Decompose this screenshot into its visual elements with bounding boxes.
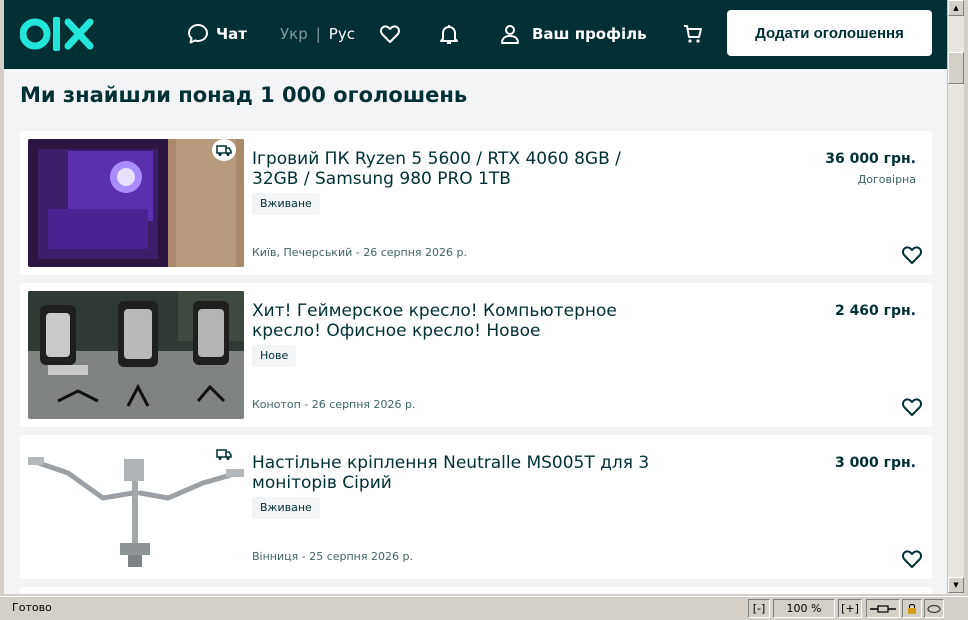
condition-badge: Нове: [252, 345, 297, 367]
vertical-scrollbar[interactable]: ▲ ▼: [947, 0, 964, 594]
condition-badge: Вживане: [252, 497, 320, 519]
listing-card[interactable]: Ігровий ПК Ryzen 5 5600 / RTX 4060 8GB /…: [20, 131, 932, 275]
zoom-in-button[interactable]: [+]: [838, 599, 862, 618]
zoom-out-button[interactable]: [-]: [748, 599, 770, 618]
profile-link[interactable]: Ваш профіль: [498, 22, 647, 46]
site-header: Чат Укр | Рус Ваш профіль Додати оголоше…: [4, 0, 947, 69]
listing-image-gaming-chairs[interactable]: [28, 291, 244, 419]
status-bar: Готово [-] 100 % [+]: [0, 596, 968, 620]
notifications-button[interactable]: [437, 22, 461, 46]
favorite-heart-icon[interactable]: [900, 395, 924, 419]
favorites-button[interactable]: [378, 22, 402, 46]
listing-location-date: Конотоп - 26 серпня 2026 р.: [252, 398, 416, 411]
heart-icon: [380, 25, 400, 43]
listing-location-date: Вінниця - 25 серпня 2026 р.: [252, 550, 413, 563]
listing-title[interactable]: Хит! Геймерское кресло! Компьютерное кре…: [252, 301, 672, 341]
profile-label: Ваш профіль: [532, 25, 647, 43]
listing-image-gaming-pc[interactable]: [28, 139, 244, 267]
scroll-down-button[interactable]: ▼: [948, 577, 964, 593]
listing-image-monitor-mount[interactable]: [28, 443, 244, 571]
language-switcher: Укр | Рус: [280, 22, 355, 46]
listing-price: 36 000 грн.: [825, 151, 916, 167]
delivery-badge: [212, 139, 236, 161]
lang-separator: |: [315, 25, 321, 43]
lock-icon: [902, 599, 922, 618]
lang-ru[interactable]: Рус: [329, 25, 355, 43]
chat-label: Чат: [216, 25, 247, 43]
listing-price: 2 460 грн.: [834, 303, 916, 319]
listing-title[interactable]: Настільне кріплення Neutralle MS005T для…: [252, 453, 672, 493]
scroll-thumb[interactable]: [948, 52, 964, 84]
cart-button[interactable]: [681, 22, 705, 46]
scroll-up-button[interactable]: ▲: [948, 0, 964, 16]
listing-card[interactable]: [20, 587, 932, 594]
bell-icon: [440, 25, 458, 44]
delivery-badge: [212, 443, 236, 465]
listing-title[interactable]: Ігровий ПК Ryzen 5 5600 / RTX 4060 8GB /…: [252, 149, 672, 189]
status-text: Готово: [12, 601, 52, 614]
chat-icon: [188, 24, 208, 44]
listing-location-date: Київ, Печерський - 26 серпня 2026 р.: [252, 246, 467, 259]
delivery-truck-icon: [216, 145, 232, 156]
cart-icon: [684, 25, 702, 43]
zoom-level: 100 %: [773, 599, 835, 618]
favorite-heart-icon[interactable]: [900, 243, 924, 267]
connection-icon: [866, 599, 900, 618]
user-icon: [501, 25, 519, 44]
chat-link[interactable]: Чат: [186, 22, 247, 46]
lang-uk[interactable]: Укр: [280, 25, 308, 43]
negotiable-label: Договірна: [857, 173, 916, 186]
listing-price: 3 000 грн.: [834, 455, 916, 471]
add-ad-button[interactable]: Додати оголошення: [727, 10, 932, 56]
page-icon: [924, 599, 944, 618]
listing-card[interactable]: Настільне кріплення Neutralle MS005T для…: [20, 435, 932, 579]
browser-viewport: Чат Укр | Рус Ваш профіль Додати оголоше…: [4, 0, 947, 594]
delivery-truck-icon: [216, 449, 232, 460]
olx-logo[interactable]: [20, 14, 94, 54]
results-title: Ми знайшли понад 1 000 оголошень: [20, 83, 468, 107]
favorite-heart-icon[interactable]: [900, 547, 924, 571]
listing-card[interactable]: Хит! Геймерское кресло! Компьютерное кре…: [20, 283, 932, 427]
condition-badge: Вживане: [252, 193, 320, 215]
